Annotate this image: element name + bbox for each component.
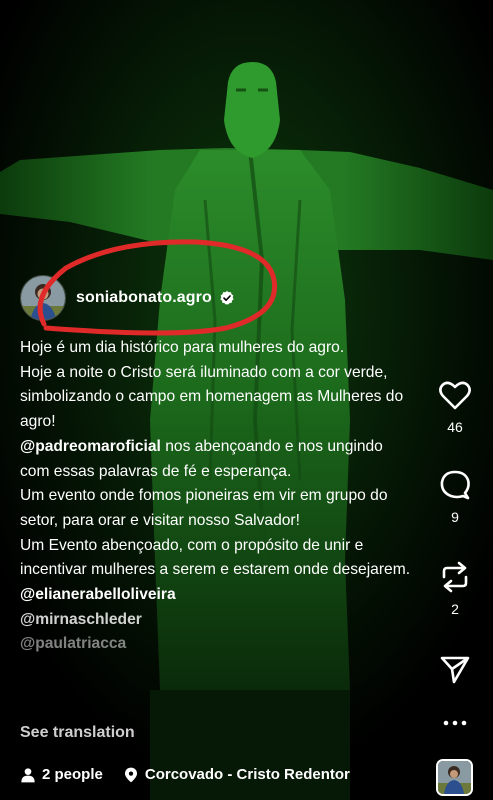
location-pin-icon bbox=[124, 767, 137, 782]
like-count: 46 bbox=[447, 419, 463, 435]
comment-count: 9 bbox=[451, 509, 459, 525]
repost-action[interactable]: 2 bbox=[417, 560, 493, 617]
post-author[interactable]: soniabonato.agro bbox=[20, 274, 235, 322]
caption-line: Um evento onde fomos pioneiras em vir em… bbox=[20, 487, 388, 529]
share-action[interactable] bbox=[417, 652, 493, 686]
people-count: 2 people bbox=[42, 766, 103, 783]
more-options[interactable] bbox=[417, 706, 493, 740]
caption-line: Hoje a noite o Cristo será iluminado com… bbox=[20, 363, 404, 431]
author-avatar[interactable] bbox=[20, 275, 66, 321]
post-caption[interactable]: Hoje é um dia histórico para mulheres do… bbox=[20, 336, 412, 657]
repost-count: 2 bbox=[451, 601, 459, 617]
people-icon bbox=[21, 767, 35, 782]
comment-action[interactable]: 9 bbox=[417, 468, 493, 525]
location-tag[interactable]: Corcovado - Cristo Redentor bbox=[123, 766, 350, 783]
mention-link[interactable]: @paulatriacca bbox=[20, 632, 412, 657]
caption-line: Hoje é um dia histórico para mulheres do… bbox=[20, 339, 345, 356]
caption-line: Um Evento abençoado, com o propósito de … bbox=[20, 536, 411, 579]
share-icon[interactable] bbox=[438, 652, 472, 686]
mention-link[interactable]: @padreomaroficial bbox=[20, 438, 161, 455]
audio-thumbnail[interactable] bbox=[436, 759, 473, 796]
see-translation-link[interactable]: See translation bbox=[20, 724, 135, 742]
heart-icon[interactable] bbox=[438, 378, 472, 412]
caption-line: @padreomaroficial nos abençoando e nos u… bbox=[20, 435, 412, 484]
mention-link[interactable]: @elianerabelloliveira bbox=[20, 583, 412, 608]
like-action[interactable]: 46 bbox=[417, 378, 493, 435]
more-icon[interactable] bbox=[438, 706, 472, 740]
repost-icon[interactable] bbox=[438, 560, 472, 594]
comment-icon[interactable] bbox=[438, 468, 472, 502]
tagged-people[interactable]: 2 people bbox=[20, 766, 103, 783]
verified-badge-icon bbox=[220, 291, 234, 305]
author-username[interactable]: soniabonato.agro bbox=[76, 289, 212, 307]
post-meta: 2 people Corcovado - Cristo Redentor bbox=[20, 766, 350, 783]
location-label: Corcovado - Cristo Redentor bbox=[144, 766, 350, 783]
mention-link[interactable]: @mirnaschleder bbox=[20, 608, 412, 633]
